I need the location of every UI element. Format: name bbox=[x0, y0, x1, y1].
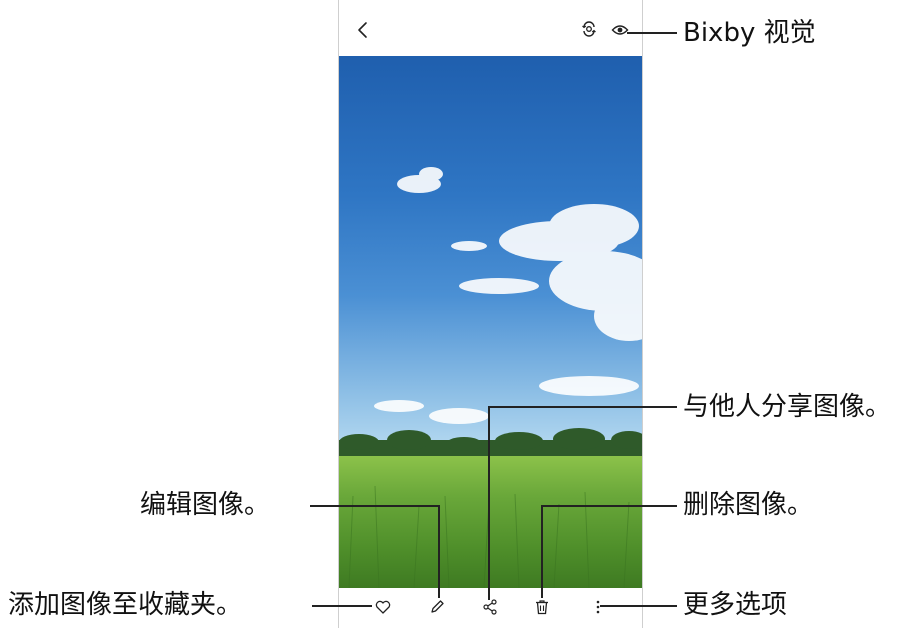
more-options-button[interactable] bbox=[589, 598, 607, 616]
trash-icon bbox=[536, 600, 548, 615]
edit-button[interactable] bbox=[428, 598, 446, 616]
callout-line-edit-h bbox=[310, 505, 440, 507]
share-icon bbox=[483, 599, 497, 615]
landscape-photo[interactable] bbox=[339, 56, 642, 588]
bottom-toolbar bbox=[339, 588, 642, 628]
pencil-icon bbox=[431, 600, 444, 613]
heart-icon bbox=[375, 600, 391, 614]
callout-delete-image: 删除图像。 bbox=[683, 490, 814, 520]
callout-line-share-v bbox=[488, 406, 490, 600]
more-vertical-icon bbox=[596, 600, 600, 614]
callout-line-favorite bbox=[312, 605, 372, 607]
phone-screen bbox=[338, 0, 643, 628]
chevron-left-icon bbox=[358, 22, 367, 38]
callout-more-options: 更多选项 bbox=[683, 590, 788, 620]
callout-add-to-favorites: 添加图像至收藏夹。 bbox=[8, 590, 243, 620]
bixby-vision-button[interactable] bbox=[581, 21, 597, 37]
favorite-button[interactable] bbox=[374, 598, 392, 616]
eye-icon bbox=[611, 25, 629, 35]
callout-line-more bbox=[600, 605, 677, 607]
callout-bixby-vision: Bixby 视觉 bbox=[683, 18, 816, 48]
callout-edit-image: 编辑图像。 bbox=[140, 490, 271, 520]
callout-line-delete-h bbox=[541, 505, 677, 507]
top-bar bbox=[339, 0, 642, 56]
callout-line-delete-v bbox=[541, 505, 543, 598]
bixby-vision-icon bbox=[582, 21, 596, 37]
callout-line-share-h bbox=[488, 406, 677, 408]
callout-line-bixby bbox=[627, 32, 677, 34]
callout-line-edit-v bbox=[438, 505, 440, 598]
delete-button[interactable] bbox=[533, 598, 551, 616]
callout-share-image: 与他人分享图像。 bbox=[683, 392, 892, 422]
share-button[interactable] bbox=[481, 598, 499, 616]
back-button[interactable] bbox=[353, 18, 373, 42]
